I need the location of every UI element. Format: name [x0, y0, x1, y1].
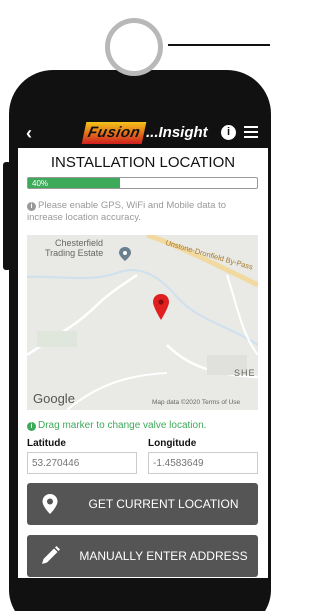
app-screen: ‹ Fusion ...Insight i INSTALLATION LOCAT… [18, 118, 268, 578]
phone-side-button [3, 162, 11, 270]
map-label: Chesterfield [55, 238, 104, 248]
manually-enter-address-label: MANUALLY ENTER ADDRESS [79, 549, 248, 563]
fusion-logo: Fusion [81, 122, 147, 144]
pencil-icon [42, 546, 60, 564]
map-attribution[interactable]: Map data ©2020 Terms of Use [152, 399, 240, 406]
info-icon: i [27, 202, 36, 211]
latitude-input[interactable] [27, 452, 137, 474]
location-pin-icon [105, 18, 163, 76]
app-name: ...Insight [146, 124, 208, 141]
back-chevron-icon[interactable]: ‹ [26, 123, 32, 144]
map-view[interactable]: Chesterfield Trading Estate Unstone-Dron… [27, 235, 258, 410]
get-current-location-label: GET CURRENT LOCATION [88, 497, 239, 511]
google-logo: Google [33, 391, 75, 406]
progress-bar: 40% [27, 177, 258, 189]
location-notice: i Please enable GPS, WiFi and Mobile data… [27, 200, 259, 224]
decorative-line [168, 44, 270, 46]
app-header: ‹ Fusion ...Insight i [18, 118, 268, 148]
latitude-label: Latitude [27, 438, 66, 449]
drag-hint-text: Drag marker to change valve location. [38, 420, 207, 431]
info-icon: i [27, 422, 36, 431]
poi-marker-icon [119, 247, 131, 261]
progress-label: 40% [32, 179, 49, 188]
drag-hint: i Drag marker to change valve location. [27, 420, 206, 431]
map-label: SHE [234, 368, 256, 378]
map-pin-icon [42, 494, 58, 514]
manually-enter-address-button[interactable]: MANUALLY ENTER ADDRESS [27, 535, 258, 577]
get-current-location-button[interactable]: GET CURRENT LOCATION [27, 483, 258, 525]
longitude-input[interactable] [148, 452, 258, 474]
map-label: Trading Estate [45, 248, 104, 258]
longitude-label: Longitude [148, 438, 197, 449]
hamburger-menu-icon[interactable] [244, 126, 258, 139]
valve-marker-icon[interactable] [153, 294, 169, 320]
page-title: INSTALLATION LOCATION [50, 154, 236, 171]
notice-text: Please enable GPS, WiFi and Mobile data … [27, 200, 226, 223]
info-icon[interactable]: i [221, 125, 236, 140]
